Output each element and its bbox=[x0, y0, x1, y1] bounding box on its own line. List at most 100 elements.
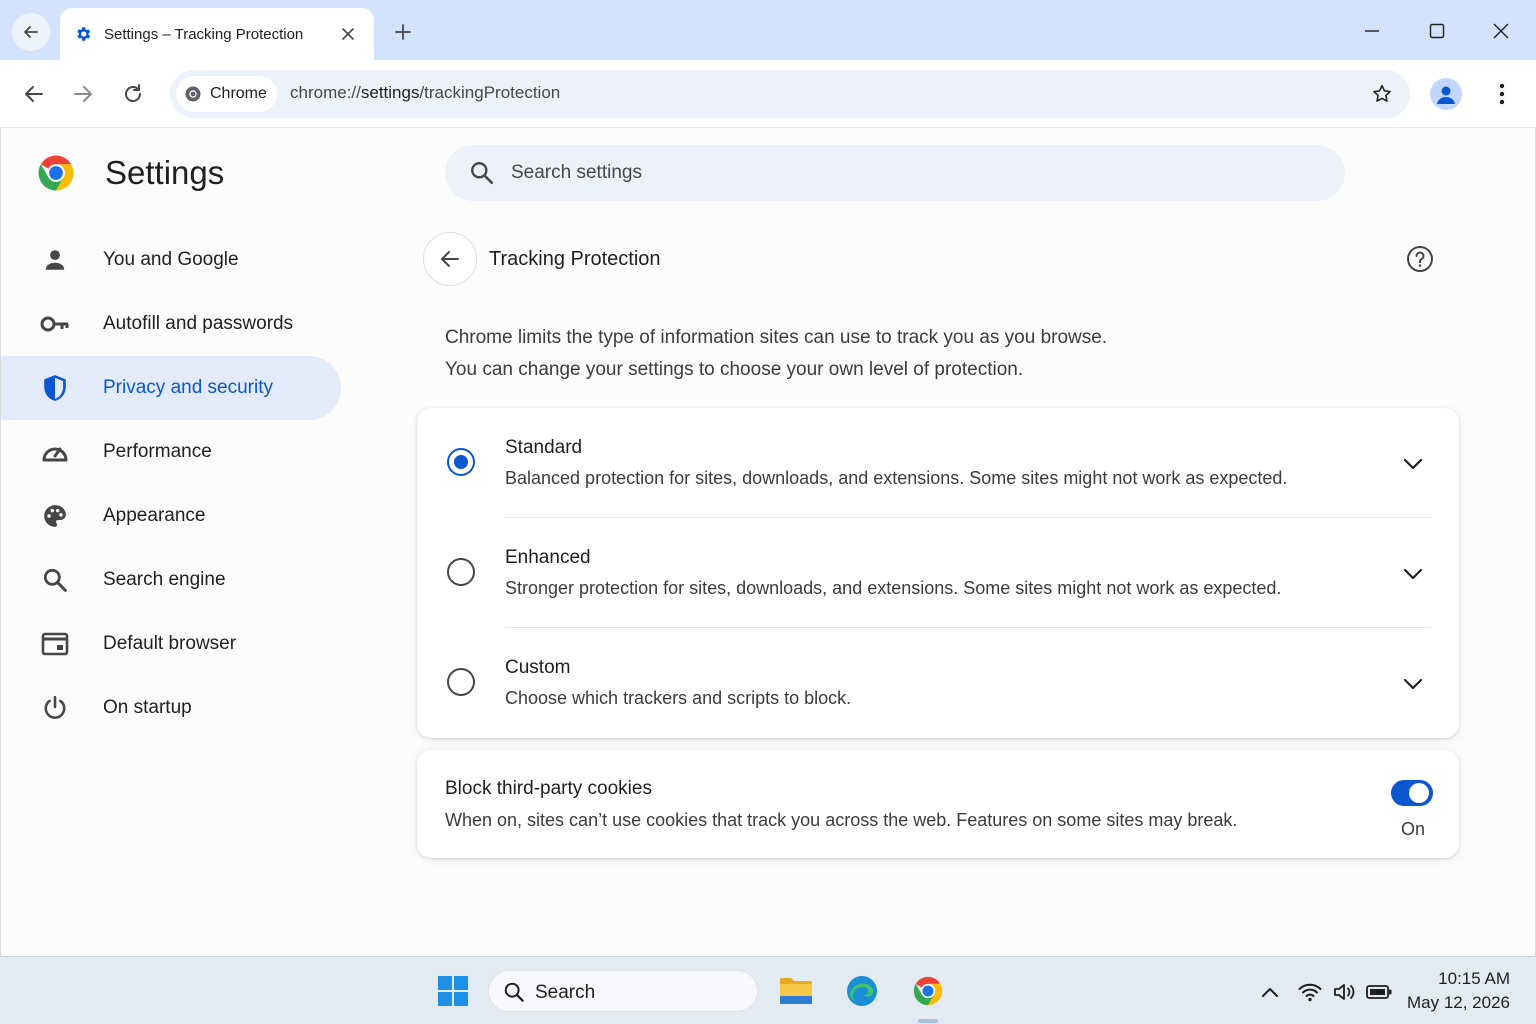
sidebar-item-label: You and Google bbox=[103, 249, 239, 270]
option-description: Choose which trackers and scripts to blo… bbox=[505, 688, 852, 708]
sidebar-item-appearance[interactable]: Appearance bbox=[1, 484, 345, 548]
settings-page: Settings You and Google Autofill and pas… bbox=[0, 128, 1536, 956]
option-description: Balanced protection for sites, downloads… bbox=[505, 468, 1288, 488]
settings-search-box[interactable] bbox=[445, 145, 1345, 201]
power-icon bbox=[39, 692, 71, 724]
radio-button-standard[interactable] bbox=[447, 448, 475, 476]
arrow-left-icon bbox=[24, 26, 38, 38]
minimize-button[interactable] bbox=[1352, 14, 1392, 48]
expand-button[interactable] bbox=[1395, 450, 1431, 478]
battery-button[interactable] bbox=[1365, 979, 1393, 1005]
chrome-logo-icon bbox=[185, 86, 201, 102]
intro-text: Chrome limits the type of information si… bbox=[445, 322, 1345, 386]
option-title: Custom bbox=[505, 657, 571, 678]
expand-button[interactable] bbox=[1395, 670, 1431, 698]
chevron-up-icon bbox=[1262, 988, 1278, 997]
show-hidden-icons-button[interactable] bbox=[1256, 979, 1284, 1005]
network-button[interactable] bbox=[1296, 979, 1324, 1005]
palette-icon bbox=[39, 500, 71, 532]
battery-icon bbox=[1366, 985, 1392, 999]
windows-logo-icon bbox=[438, 976, 468, 1006]
url-text: chrome://settings/trackingProtection bbox=[290, 83, 561, 102]
back-button[interactable] bbox=[14, 74, 54, 114]
cookies-title: Block third-party cookies bbox=[445, 778, 652, 799]
radio-button-custom[interactable] bbox=[447, 668, 475, 696]
close-icon bbox=[1493, 23, 1509, 39]
person-icon bbox=[1437, 86, 1455, 104]
gear-icon bbox=[77, 27, 91, 41]
option-title: Enhanced bbox=[505, 547, 591, 568]
sidebar-item-default-browser[interactable]: Default browser bbox=[1, 612, 345, 676]
sidebar-item-autofill[interactable]: Autofill and passwords bbox=[1, 292, 345, 356]
speaker-icon bbox=[1334, 984, 1355, 1000]
person-icon bbox=[39, 244, 71, 276]
sidebar-item-on-startup[interactable]: On startup bbox=[1, 676, 345, 740]
sidebar-item-label: Appearance bbox=[103, 505, 206, 526]
intro-line: Chrome limits the type of information si… bbox=[445, 327, 1108, 348]
chevron-down-icon bbox=[1403, 458, 1423, 470]
intro-line: You can change your settings to choose y… bbox=[445, 359, 1024, 380]
browser-menu-button[interactable] bbox=[1482, 74, 1522, 114]
tab-search-back-button[interactable] bbox=[12, 13, 50, 51]
reload-icon bbox=[125, 84, 141, 102]
arrow-left-icon bbox=[25, 86, 43, 102]
arrow-right-icon bbox=[74, 86, 92, 102]
page-brand-title: Settings bbox=[105, 154, 225, 191]
bookmark-button[interactable] bbox=[1368, 80, 1396, 108]
tab-close-button[interactable] bbox=[336, 22, 360, 46]
sidebar-item-privacy[interactable]: Privacy and security bbox=[1, 356, 341, 420]
volume-button[interactable] bbox=[1331, 979, 1359, 1005]
search-icon bbox=[471, 162, 494, 185]
option-custom[interactable]: Custom Choose which trackers and scripts… bbox=[417, 628, 1459, 738]
browser-toolbar: Chrome chrome://settings/trackingProtect… bbox=[0, 60, 1536, 128]
reload-button[interactable] bbox=[113, 74, 153, 114]
expand-button[interactable] bbox=[1395, 560, 1431, 588]
folder-icon bbox=[780, 978, 812, 1004]
profile-button[interactable] bbox=[1426, 74, 1466, 114]
arrow-left-icon bbox=[441, 251, 459, 267]
cookies-toggle[interactable] bbox=[1391, 780, 1433, 806]
sidebar-item-you-and-google[interactable]: You and Google bbox=[1, 228, 345, 292]
sidebar-item-performance[interactable]: Performance bbox=[1, 420, 345, 484]
subpage-back-button[interactable] bbox=[423, 232, 477, 286]
plus-icon bbox=[395, 24, 411, 40]
maximize-button[interactable] bbox=[1417, 14, 1457, 48]
forward-button[interactable] bbox=[63, 74, 103, 114]
start-button[interactable] bbox=[433, 971, 473, 1011]
sidebar-item-search-engine[interactable]: Search engine bbox=[1, 548, 345, 612]
chrome-taskbar-button[interactable] bbox=[908, 971, 948, 1011]
star-icon bbox=[1373, 84, 1391, 102]
help-button[interactable] bbox=[1405, 244, 1435, 274]
edge-button[interactable] bbox=[842, 971, 882, 1011]
option-title: Standard bbox=[505, 437, 583, 458]
third-party-cookies-card: Block third-party cookies When on, sites… bbox=[417, 750, 1459, 858]
taskbar-search[interactable]: Search bbox=[488, 970, 758, 1012]
chrome-logo-icon bbox=[913, 976, 943, 1006]
option-standard[interactable]: Standard Balanced protection for sites, … bbox=[417, 408, 1459, 518]
taskbar-clock[interactable]: 10:15 AM May 12, 2026 bbox=[1407, 969, 1510, 1013]
clock-date: May 12, 2026 bbox=[1406, 993, 1510, 1012]
chevron-down-icon bbox=[1403, 678, 1423, 690]
close-icon bbox=[342, 28, 354, 40]
tab-strip: Settings – Tracking Protection bbox=[0, 0, 1536, 60]
speedometer-icon bbox=[39, 436, 71, 468]
sidebar-item-label: Privacy and security bbox=[103, 377, 274, 398]
sidebar-item-label: Performance bbox=[103, 441, 212, 462]
clock-time: 10:15 AM bbox=[1438, 969, 1510, 988]
chrome-logo-icon bbox=[38, 155, 74, 191]
sidebar-item-label: Default browser bbox=[103, 633, 237, 654]
sidebar-item-label: Autofill and passwords bbox=[103, 313, 294, 334]
new-tab-button[interactable] bbox=[388, 17, 418, 47]
address-bar[interactable]: Chrome chrome://settings/trackingProtect… bbox=[170, 70, 1410, 118]
search-input[interactable] bbox=[511, 145, 1311, 201]
option-enhanced[interactable]: Enhanced Stronger protection for sites, … bbox=[417, 518, 1459, 628]
close-window-button[interactable] bbox=[1481, 14, 1521, 48]
file-explorer-button[interactable] bbox=[776, 971, 816, 1011]
more-vert-icon bbox=[1499, 83, 1505, 105]
sidebar-item-label: On startup bbox=[103, 697, 192, 718]
radio-button-enhanced[interactable] bbox=[447, 558, 475, 586]
site-info-chip[interactable]: Chrome bbox=[176, 76, 277, 112]
active-tab[interactable]: Settings – Tracking Protection bbox=[60, 8, 374, 60]
wifi-icon bbox=[1298, 983, 1322, 1002]
help-icon bbox=[1407, 246, 1433, 272]
